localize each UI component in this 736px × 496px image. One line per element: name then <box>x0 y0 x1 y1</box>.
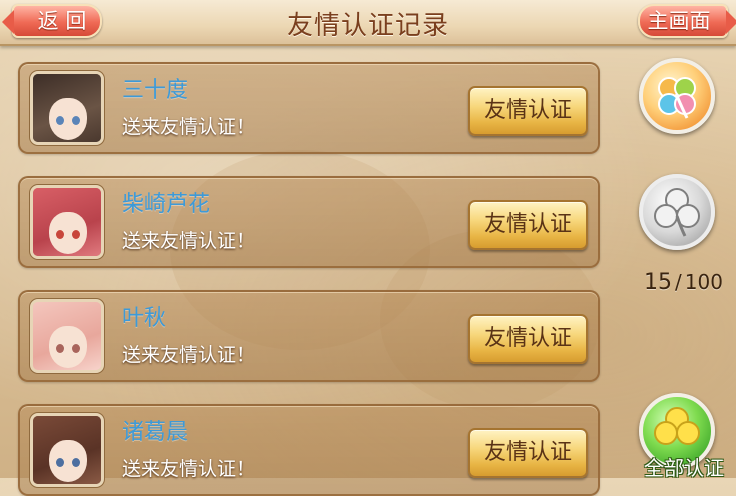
count-current: 15 <box>644 270 672 295</box>
four-leaf-clover-icon <box>639 58 715 134</box>
record-message: 送来友情认证！ <box>122 230 256 252</box>
friend-name: 三十度 <box>122 78 189 103</box>
record-row: 三十度 送来友情认证！ 友情认证 <box>18 62 600 154</box>
avatar <box>30 185 104 259</box>
friendship-confirm-button[interactable]: 友情认证 <box>468 200 588 250</box>
main-screen-button[interactable]: 主画面 <box>638 4 736 38</box>
record-row: 诸葛晨 送来友情认证！ 友情认证 <box>18 404 600 496</box>
header-bar: 友情认证记录 返 回 主画面 <box>0 0 736 46</box>
record-message: 送来友情认证！ <box>122 458 256 480</box>
count-max: 100 <box>684 270 723 294</box>
silver-clover-icon <box>639 174 715 250</box>
friend-name: 柴崎芦花 <box>122 192 211 217</box>
page-title: 友情认证记录 <box>286 11 449 41</box>
record-message: 送来友情认证！ <box>122 344 256 366</box>
record-message: 送来友情认证！ <box>122 116 256 138</box>
friend-name: 诸葛晨 <box>122 420 189 445</box>
record-row: 叶秋 送来友情认证！ 友情认证 <box>18 290 600 382</box>
avatar <box>30 299 104 373</box>
avatar <box>30 413 104 487</box>
friend-name: 叶秋 <box>122 306 167 331</box>
avatar <box>30 71 104 145</box>
back-button[interactable]: 返 回 <box>2 4 102 38</box>
certify-all-button[interactable]: 全部认证 <box>632 452 736 481</box>
record-row: 柴崎芦花 送来友情认证！ 友情认证 <box>18 176 600 268</box>
count-separator: / <box>675 270 682 294</box>
friendship-confirm-button[interactable]: 友情认证 <box>468 428 588 478</box>
friendship-confirm-button[interactable]: 友情认证 <box>468 314 588 364</box>
friendship-confirm-button[interactable]: 友情认证 <box>468 86 588 136</box>
certification-counter: 15/100 <box>644 270 723 295</box>
